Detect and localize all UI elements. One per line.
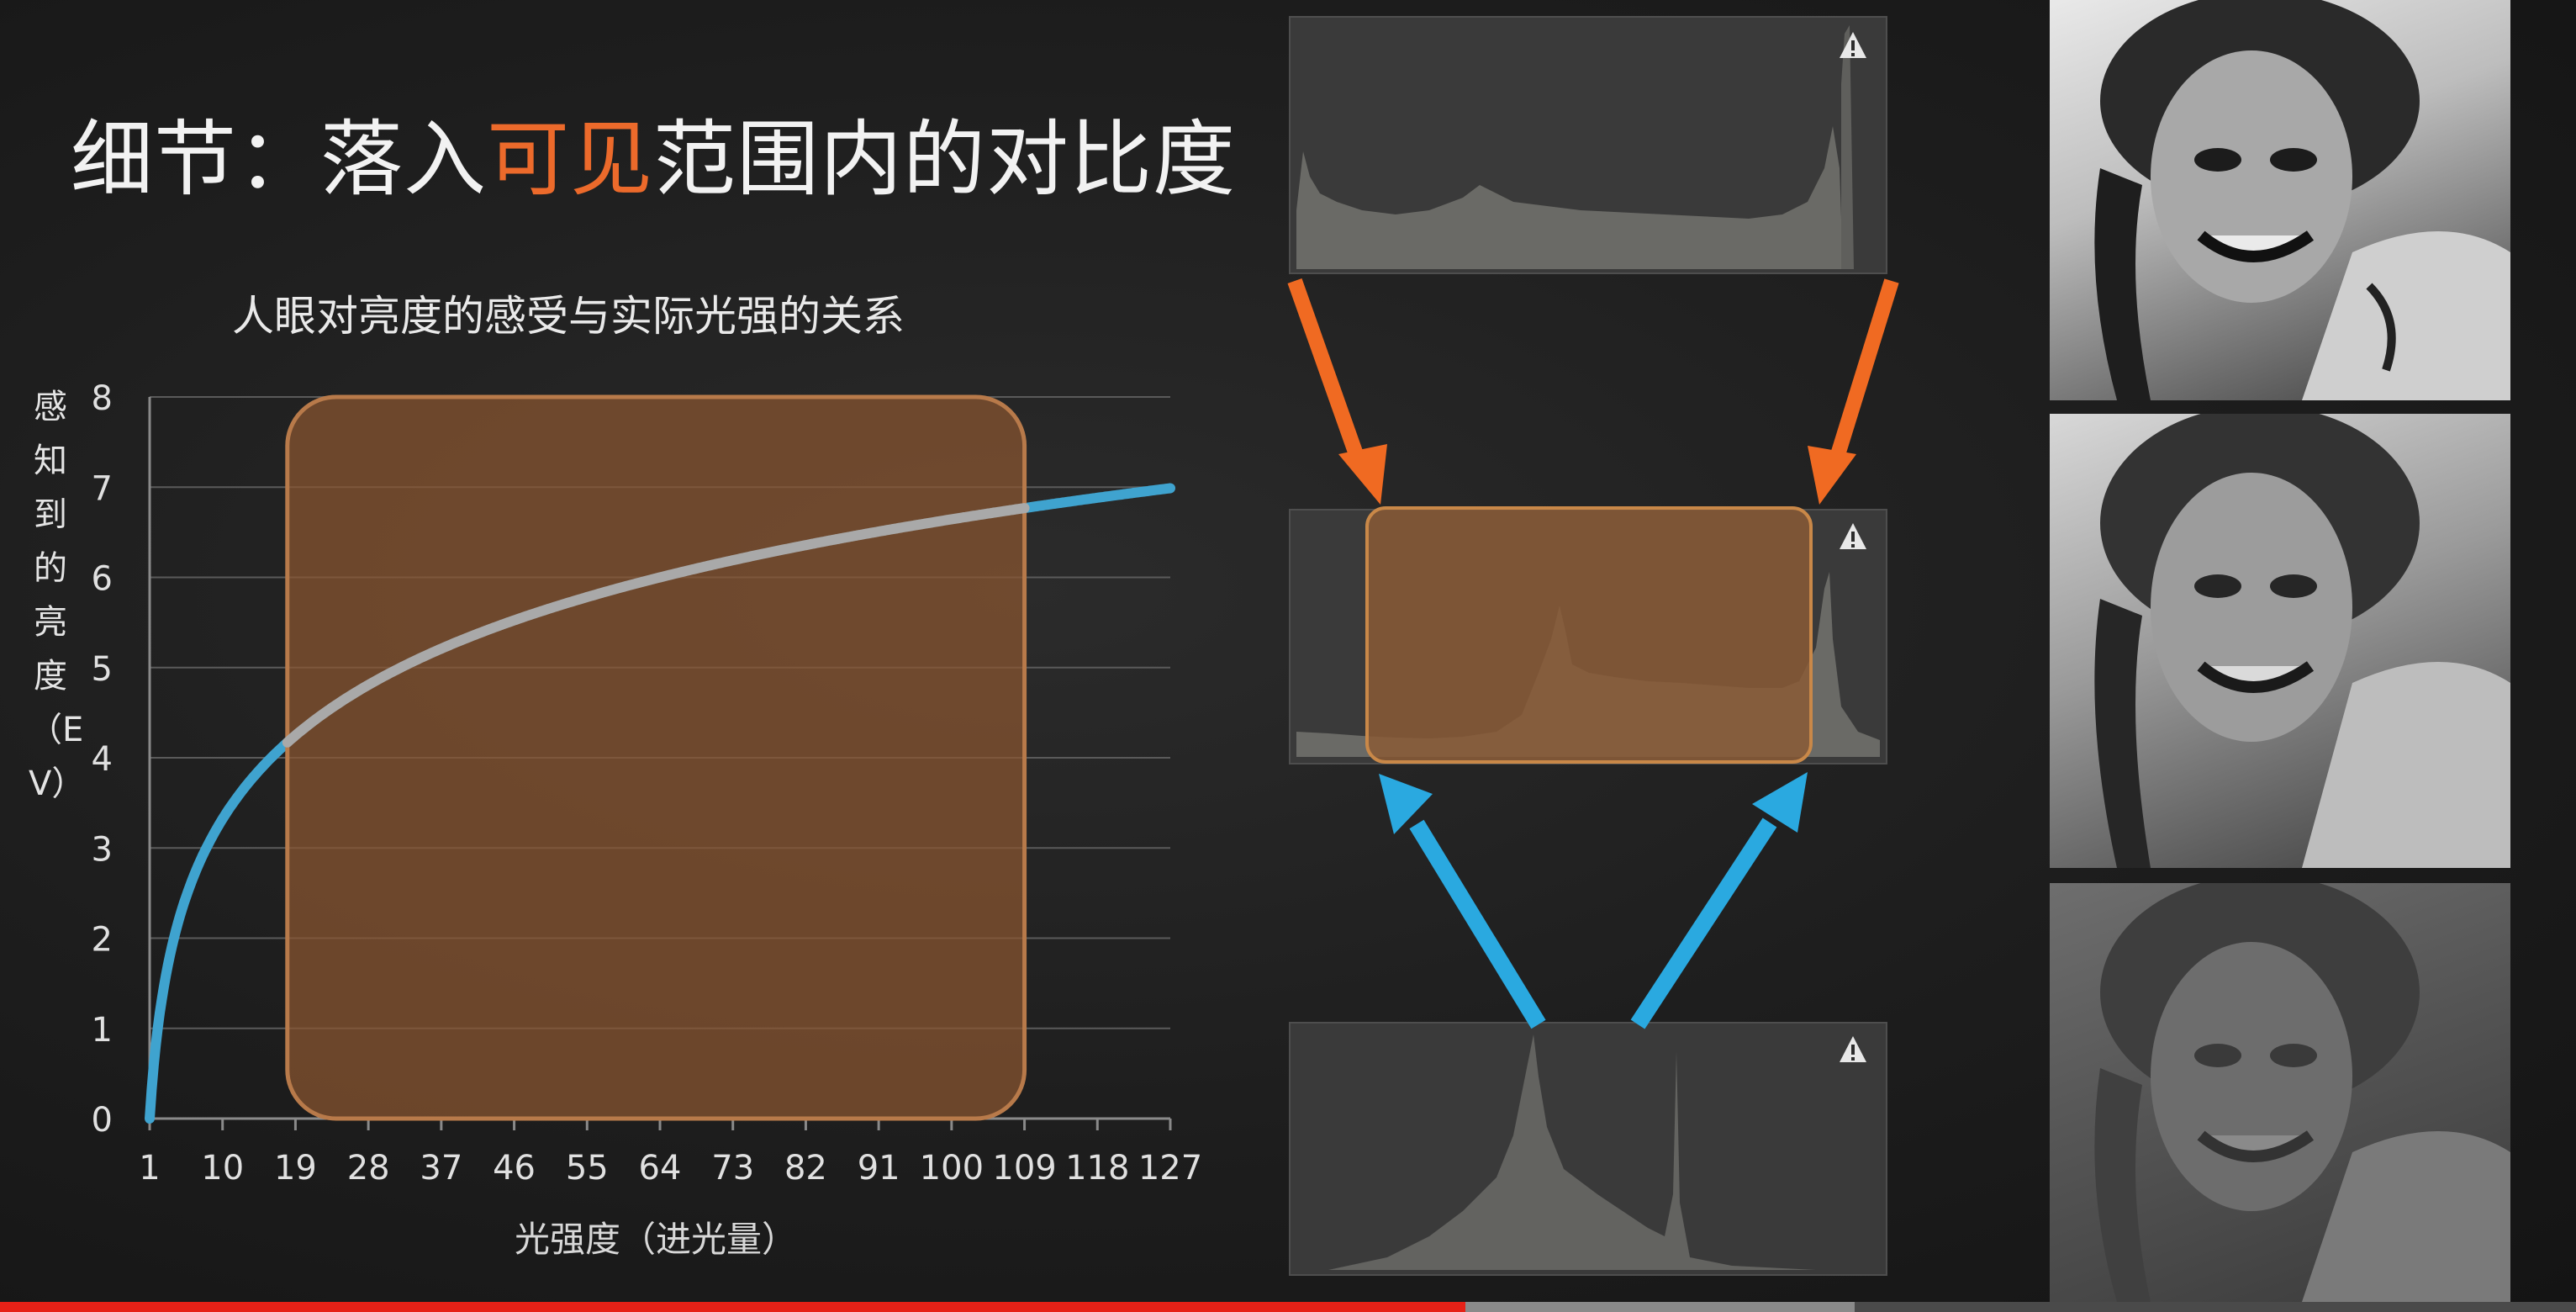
x-tick-label: 28 <box>347 1149 390 1188</box>
histogram-top <box>1289 16 1887 274</box>
x-tick-label: 10 <box>201 1149 244 1188</box>
warning-triangle-icon <box>1840 32 1866 58</box>
progress-played <box>0 1302 1466 1312</box>
x-tick-label: 46 <box>493 1149 536 1188</box>
y-tick-label: 5 <box>92 650 113 689</box>
portrait-photo-medium-contrast <box>2050 414 2510 868</box>
x-tick-label: 127 <box>1138 1149 1202 1188</box>
portrait-photo-high-contrast <box>2050 0 2510 400</box>
slide: 细节：落入可见范围内的对比度 人眼对亮度的感受与实际光强的关系 感知到的亮度（E… <box>0 0 2576 1312</box>
y-tick-label: 4 <box>92 740 113 779</box>
x-tick-label: 100 <box>920 1149 984 1188</box>
visible-range-box <box>1365 506 1813 764</box>
histogram-bottom <box>1289 1022 1887 1276</box>
x-tick-label: 118 <box>1065 1149 1129 1188</box>
histogram-diagram <box>1287 16 1899 1276</box>
x-tick-label: 1 <box>139 1149 160 1188</box>
y-tick-label: 7 <box>92 469 113 508</box>
portrait-figure <box>2094 0 2510 400</box>
x-tick-label: 19 <box>274 1149 317 1188</box>
portrait-figure <box>2094 883 2510 1302</box>
portrait-photo-low-contrast <box>2050 883 2510 1302</box>
warning-triangle-icon <box>1840 523 1866 549</box>
visible-range-box <box>285 394 1027 1121</box>
video-progress-bar[interactable] <box>0 1302 2576 1312</box>
y-tick-label: 3 <box>92 830 113 869</box>
orange-arrows <box>1287 278 1899 505</box>
x-tick-label: 82 <box>784 1149 827 1188</box>
x-tick-label: 64 <box>639 1149 682 1188</box>
x-tick-label: 55 <box>566 1149 609 1188</box>
portrait-figure <box>2094 414 2510 868</box>
y-tick-label: 1 <box>92 1011 113 1050</box>
x-tick-label: 91 <box>858 1149 900 1188</box>
y-tick-label: 6 <box>92 560 113 599</box>
x-tick-label: 37 <box>420 1149 462 1188</box>
y-tick-label: 0 <box>92 1101 113 1140</box>
y-tick-label: 2 <box>92 921 113 960</box>
progress-buffered <box>1465 1302 1855 1312</box>
warning-triangle-icon <box>1840 1036 1866 1062</box>
x-tick-label: 109 <box>992 1149 1056 1188</box>
y-tick-label: 8 <box>92 379 113 418</box>
chart-plot: 0123456781 10 19 28 37 46 55 64 73 82 91 100 109 118 1… <box>92 379 1202 1188</box>
blue-arrows <box>1379 772 1808 1029</box>
x-tick-label: 73 <box>711 1149 754 1188</box>
